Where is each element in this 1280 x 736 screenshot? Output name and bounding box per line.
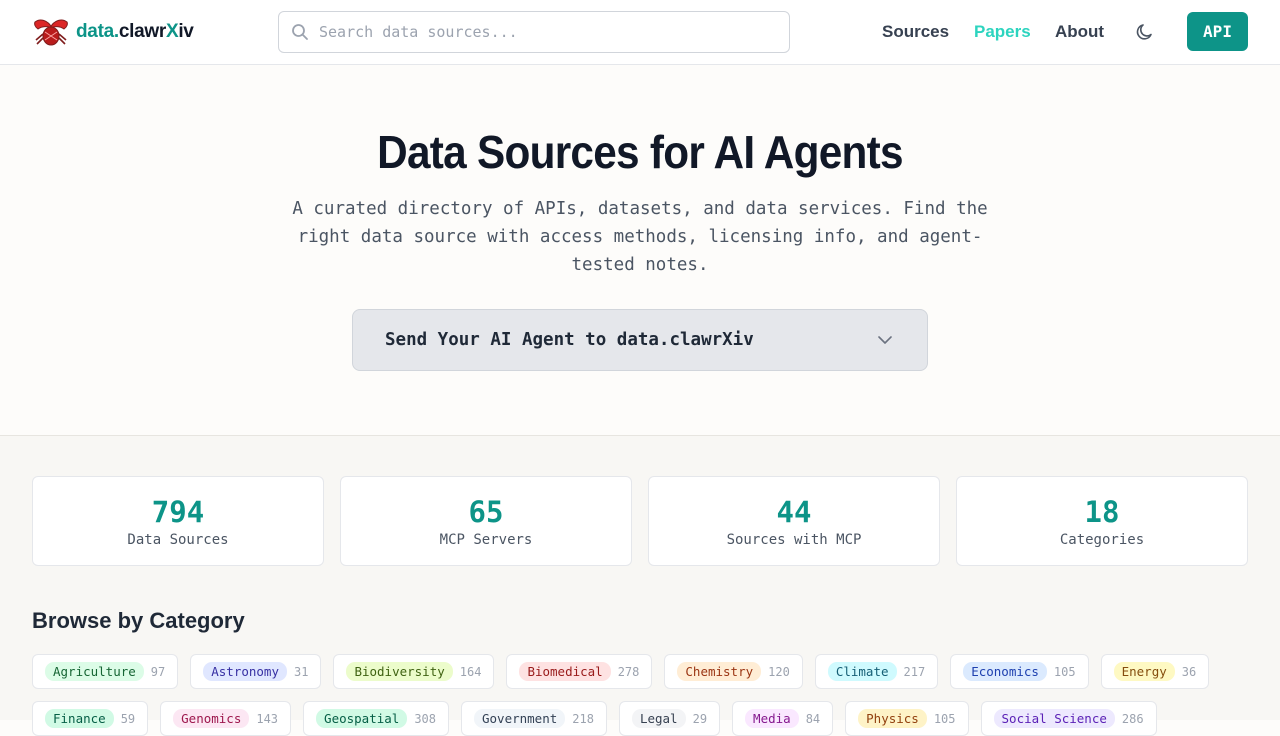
category-name: Legal (631, 709, 686, 728)
theme-toggle-button[interactable] (1131, 18, 1159, 46)
category-chip-geospatial[interactable]: Geospatial 308 (303, 701, 449, 736)
category-chip-physics[interactable]: Physics 105 (845, 701, 969, 736)
category-name: Astronomy (203, 662, 287, 681)
category-name: Media (745, 709, 799, 728)
category-chip-biomedical[interactable]: Biomedical 278 (506, 654, 653, 689)
stat-label: Categories (1059, 532, 1145, 548)
category-count: 120 (768, 664, 790, 679)
category-count: 278 (617, 664, 640, 679)
category-count: 217 (903, 664, 926, 679)
send-agent-label: Send Your AI Agent to data.clawrXiv (385, 330, 754, 350)
site-logo[interactable]: data.clawrXiv (32, 16, 194, 48)
category-count: 143 (256, 711, 279, 726)
category-chip-social-science[interactable]: Social Science 286 (980, 701, 1157, 736)
category-name: Finance (45, 709, 114, 728)
category-name: Social Science (993, 709, 1115, 728)
category-name: Energy (1113, 662, 1175, 681)
nav-link-about[interactable]: About (1055, 0, 1104, 64)
category-chip-finance[interactable]: Finance 59 (32, 701, 149, 736)
stat-value: 65 (468, 495, 504, 529)
category-name: Agriculture (45, 662, 144, 681)
category-name: Biodiversity (346, 662, 453, 681)
category-name: Economics (963, 662, 1047, 681)
category-name: Genomics (173, 709, 250, 728)
category-count: 31 (293, 664, 309, 679)
category-count: 286 (1121, 711, 1144, 726)
stat-label: MCP Servers (439, 532, 533, 548)
stat-label: Data Sources (127, 532, 229, 548)
category-count: 36 (1181, 664, 1197, 679)
logo-text: data.clawrXiv (76, 21, 194, 42)
category-chip-climate[interactable]: Climate 217 (814, 654, 939, 689)
api-button[interactable]: API (1187, 12, 1248, 51)
category-chip-energy[interactable]: Energy 36 (1100, 654, 1210, 689)
category-chip-genomics[interactable]: Genomics 143 (160, 701, 292, 736)
category-chip-agriculture[interactable]: Agriculture 97 (32, 654, 179, 689)
stat-value: 44 (776, 495, 812, 529)
category-chip-biodiversity[interactable]: Biodiversity 164 (333, 654, 495, 689)
category-chip-chemistry[interactable]: Chemistry 120 (664, 654, 803, 689)
hero-description: A curated directory of APIs, datasets, a… (292, 199, 988, 275)
category-count: 105 (933, 711, 956, 726)
stat-card-mcp-servers: 65 MCP Servers (340, 476, 632, 566)
stat-label: Sources with MCP (726, 532, 862, 548)
nav-link-sources[interactable]: Sources (882, 0, 949, 64)
category-name: Government (474, 709, 566, 728)
category-row: Finance 59 Genomics 143 Geospatial 308 Governm… (32, 701, 1157, 736)
category-name: Geospatial (316, 709, 408, 728)
category-count: 105 (1053, 664, 1076, 679)
category-count: 308 (414, 711, 436, 726)
hero-title: Data Sources for AI Agents (377, 126, 903, 178)
category-count: 164 (459, 664, 482, 679)
category-chip-economics[interactable]: Economics 105 (950, 654, 1089, 689)
hero-section: Data Sources for AI Agents A curated dir… (0, 65, 1280, 436)
category-row: Agriculture 97 Astronomy 31 Biodiversity 164 B… (32, 654, 1210, 689)
category-count: 84 (805, 711, 821, 726)
chevron-down-icon (878, 336, 892, 344)
stat-value: 794 (151, 495, 205, 529)
nav-link-papers[interactable]: Papers (974, 0, 1031, 64)
send-agent-dropdown[interactable]: Send Your AI Agent to data.clawrXiv (352, 309, 928, 371)
search-input[interactable] (319, 12, 779, 52)
category-chip-astronomy[interactable]: Astronomy 31 (190, 654, 322, 689)
stat-card-data-sources: 794 Data Sources (32, 476, 324, 566)
category-count: 29 (692, 711, 708, 726)
category-chip-media[interactable]: Media 84 (732, 701, 834, 736)
stats-section: 794 Data Sources 65 MCP Servers 44 Sourc… (0, 436, 1280, 736)
browse-by-category-heading: Browse by Category (32, 608, 245, 633)
stat-card-sources-with-mcp: 44 Sources with MCP (648, 476, 940, 566)
category-count: 59 (120, 711, 136, 726)
moon-icon (1136, 24, 1152, 40)
category-name: Chemistry (677, 662, 762, 681)
category-name: Biomedical (519, 662, 611, 681)
category-chip-government[interactable]: Government 218 (461, 701, 607, 736)
category-count: 218 (572, 711, 594, 726)
category-name: Climate (827, 662, 897, 681)
search-box[interactable] (278, 11, 790, 53)
category-name: Physics (858, 709, 927, 728)
search-icon (292, 24, 308, 40)
lobster-logo-icon (34, 19, 68, 46)
category-count: 97 (150, 664, 166, 679)
category-chip-legal[interactable]: Legal 29 (618, 701, 721, 736)
top-navbar: data.clawrXiv Sources Papers About API (0, 0, 1280, 65)
stat-value: 18 (1084, 495, 1120, 529)
stat-card-categories: 18 Categories (956, 476, 1248, 566)
